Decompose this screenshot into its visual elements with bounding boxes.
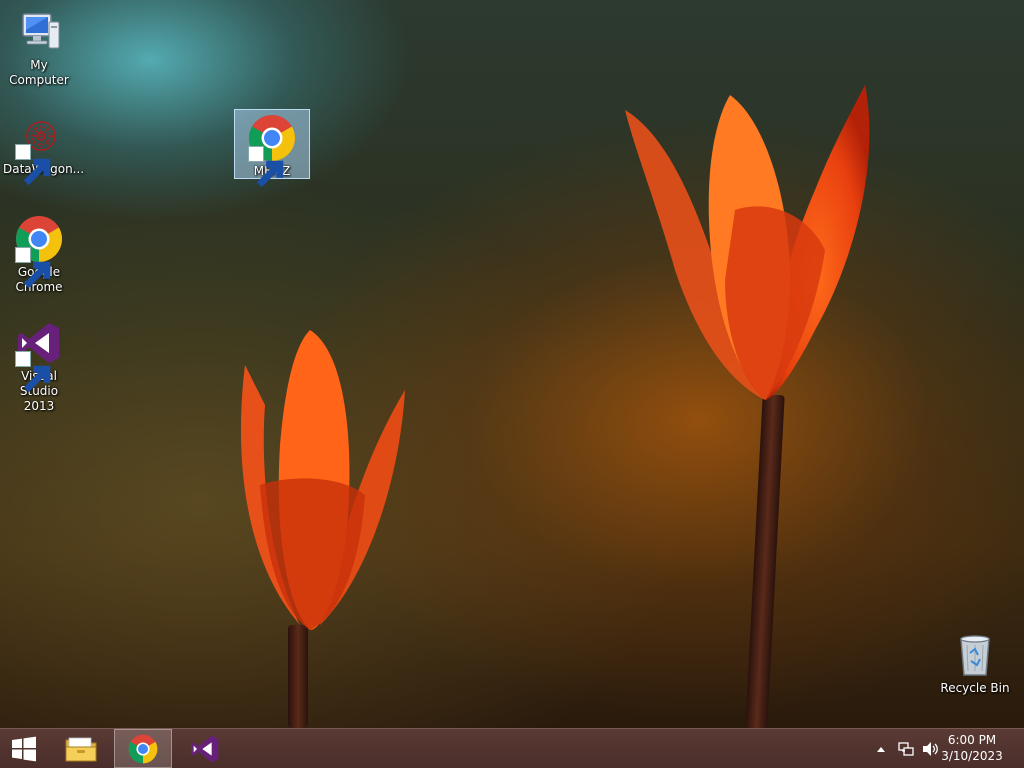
chrome-icon <box>128 734 158 763</box>
network-tray-button[interactable] <box>895 729 917 768</box>
start-button[interactable] <box>0 729 48 768</box>
taskbar-clock[interactable]: 6:00 PM 3/10/2023 <box>932 732 1012 764</box>
shortcut-arrow-icon <box>15 247 51 289</box>
taskbar-file-explorer-button[interactable] <box>52 729 110 768</box>
computer-icon <box>15 8 63 56</box>
network-icon <box>898 741 914 756</box>
recycle-bin-icon <box>951 631 999 679</box>
wallpaper-stem-left <box>288 625 308 728</box>
clock-date: 3/10/2023 <box>941 749 1003 763</box>
wallpaper-tulip-right <box>625 85 870 400</box>
desktop-icon-google-chrome[interactable]: Google Chrome <box>1 211 77 299</box>
desktop-icon-visual-studio[interactable]: Visual Studio 2013 <box>1 315 77 413</box>
shortcut-arrow-icon <box>248 146 284 188</box>
taskbar-chrome-button[interactable] <box>114 729 172 768</box>
desktop-icon-label: My Computer <box>9 58 69 87</box>
clock-time: 6:00 PM <box>947 733 997 747</box>
desktop-icon-datawagon[interactable]: DataWagon... <box>1 108 84 186</box>
chrome-icon <box>15 215 63 289</box>
file-explorer-icon <box>65 737 97 761</box>
desktop[interactable]: My Computer DataWagon... Google Chrome V… <box>0 0 1024 728</box>
datawagon-icon <box>15 112 63 186</box>
desktop-icon-label: Recycle Bin <box>940 681 1010 695</box>
visual-studio-icon <box>15 319 63 393</box>
shortcut-arrow-icon <box>15 351 51 393</box>
visual-studio-icon <box>191 735 219 762</box>
taskbar-visual-studio-button[interactable] <box>176 729 234 768</box>
wallpaper-tulip-left <box>240 330 405 630</box>
shortcut-arrow-icon <box>15 144 51 186</box>
show-hidden-icons-button[interactable] <box>874 729 888 768</box>
taskbar: 6:00 PM 3/10/2023 <box>0 728 1024 768</box>
desktop-icon-memz[interactable]: MEMZ <box>234 109 310 188</box>
windows-start-icon <box>12 736 36 761</box>
chrome-icon <box>248 114 296 188</box>
desktop-icon-recycle-bin[interactable]: Recycle Bin <box>937 627 1013 699</box>
wallpaper-stem-right <box>745 395 785 728</box>
chevron-up-icon <box>877 746 885 752</box>
desktop-icon-my-computer[interactable]: My Computer <box>1 4 77 87</box>
